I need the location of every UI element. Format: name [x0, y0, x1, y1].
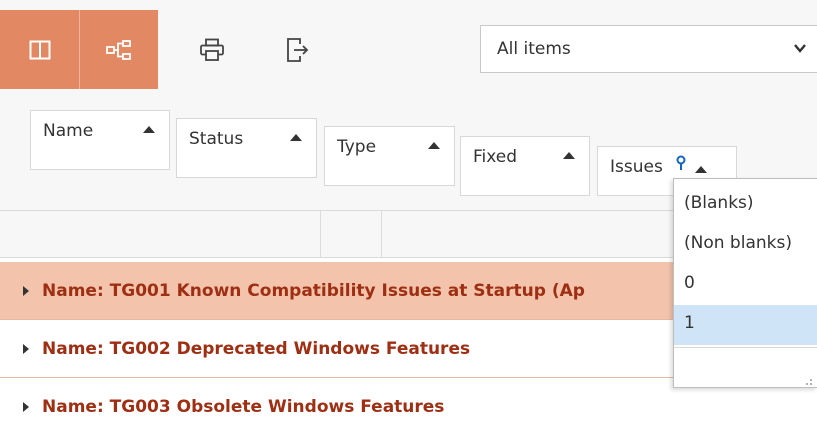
- filter-dropdown: (Blanks) (Non blanks) 0 1: [673, 178, 817, 388]
- print-button[interactable]: [172, 10, 251, 89]
- filter-option-1[interactable]: 1: [674, 305, 817, 345]
- columns-icon: [29, 40, 50, 59]
- filter-icon[interactable]: [675, 155, 687, 171]
- filter-popup-footer: [674, 347, 817, 390]
- view-select-value: All items: [497, 39, 571, 59]
- sort-up-icon[interactable]: [695, 165, 707, 173]
- export-button[interactable]: [258, 10, 337, 89]
- group-chip-fixed[interactable]: Fixed: [460, 136, 590, 196]
- printer-icon: [199, 38, 224, 61]
- group-chip-label: Type: [337, 137, 377, 157]
- resize-grip-icon[interactable]: [803, 376, 813, 386]
- group-chip-label: Fixed: [473, 147, 518, 167]
- expand-arrow-icon[interactable]: [23, 402, 29, 412]
- sort-up-icon[interactable]: [290, 133, 302, 141]
- expand-arrow-icon[interactable]: [23, 343, 29, 354]
- group-chip-name[interactable]: Name: [30, 110, 170, 170]
- columns-view-button[interactable]: [0, 10, 79, 89]
- group-row-label: Name: TG001 Known Compatibility Issues a…: [42, 280, 585, 301]
- group-chip-label: Status: [189, 129, 244, 149]
- filter-option-0[interactable]: 0: [674, 265, 817, 303]
- column-divider[interactable]: [320, 211, 321, 257]
- sort-up-icon[interactable]: [428, 141, 440, 149]
- filter-option-non-blanks[interactable]: (Non blanks): [674, 225, 817, 263]
- view-select[interactable]: All items: [480, 25, 817, 73]
- sort-up-icon[interactable]: [143, 125, 155, 133]
- group-chip-type[interactable]: Type: [324, 126, 455, 186]
- filter-option-blanks[interactable]: (Blanks): [674, 185, 817, 223]
- group-chip-label: Name: [43, 121, 94, 141]
- hierarchy-icon: [106, 39, 131, 60]
- column-divider[interactable]: [381, 211, 382, 257]
- group-row-label: Name: TG002 Deprecated Windows Features: [42, 338, 471, 359]
- chevron-down-icon: [794, 44, 806, 53]
- group-chip-status[interactable]: Status: [176, 118, 317, 178]
- toolbar: All items: [0, 0, 817, 91]
- expand-arrow-icon[interactable]: [23, 285, 29, 296]
- sort-up-icon[interactable]: [563, 151, 575, 159]
- export-icon: [286, 37, 308, 62]
- group-row-label: Name: TG003 Obsolete Windows Features: [42, 397, 445, 417]
- group-chip-label: Issues: [610, 157, 663, 177]
- tree-view-button[interactable]: [79, 10, 158, 89]
